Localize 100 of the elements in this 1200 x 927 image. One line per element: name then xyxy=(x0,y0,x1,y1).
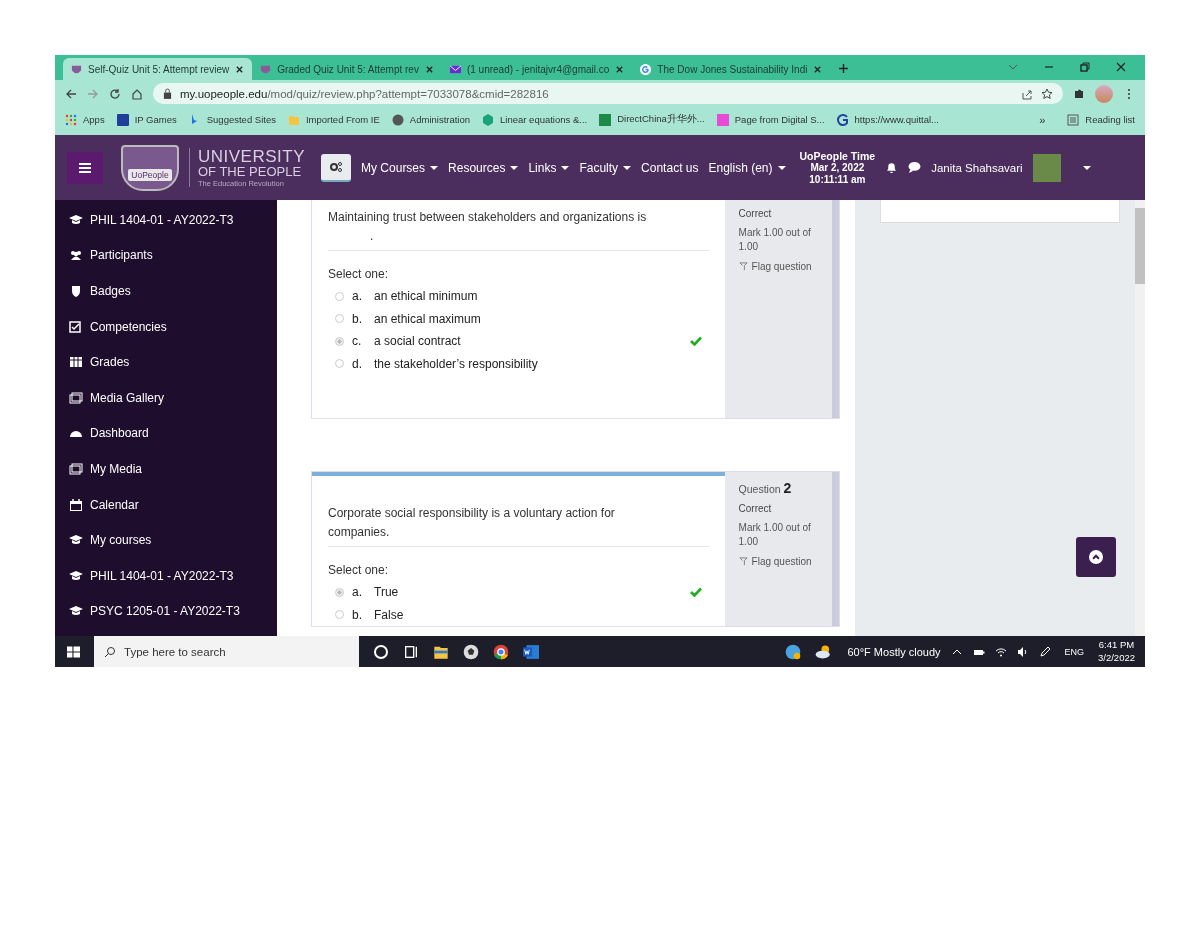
menu-icon xyxy=(79,162,91,173)
star-icon[interactable] xyxy=(1041,87,1053,100)
sidebar-item[interactable]: Badges xyxy=(55,273,277,309)
restore-icon[interactable] xyxy=(1079,61,1091,73)
browser-tab[interactable]: The Dow Jones Sustainability Indi xyxy=(632,58,831,80)
more-bookmarks-button[interactable]: » xyxy=(1039,113,1046,126)
radio-button[interactable] xyxy=(335,587,344,597)
bookmark-link[interactable]: Apps xyxy=(65,113,105,126)
chat-bubble-icon[interactable] xyxy=(908,161,922,174)
taskbar-search-field[interactable]: Type here to search xyxy=(94,636,359,667)
menu-button[interactable] xyxy=(67,151,103,184)
nav-menu-item[interactable]: Links xyxy=(528,160,570,175)
scrollbar-thumb[interactable] xyxy=(1135,208,1145,284)
word-logo-icon[interactable] xyxy=(523,643,539,660)
speaker-icon[interactable] xyxy=(1016,645,1029,658)
user-name[interactable]: Janita Shahsavari xyxy=(931,161,1023,174)
user-avatar[interactable] xyxy=(1032,153,1061,182)
crest-icon xyxy=(260,63,272,75)
radio-button[interactable] xyxy=(335,336,344,346)
settings-button[interactable] xyxy=(321,153,352,182)
users-icon xyxy=(69,249,83,262)
home-icon[interactable] xyxy=(131,87,143,100)
time-label: UoPeople Time xyxy=(799,149,876,163)
chevron-up-icon xyxy=(1089,550,1103,564)
option-letter: a. xyxy=(352,585,363,600)
sidebar-item[interactable]: PHIL 1404-01 - AY2022-T3 xyxy=(55,202,277,238)
pen-icon[interactable] xyxy=(1038,645,1051,658)
close-icon[interactable] xyxy=(1115,61,1127,73)
envelope-icon xyxy=(449,63,461,75)
chrome-logo-icon[interactable] xyxy=(493,643,509,660)
back-arrow-icon[interactable] xyxy=(65,87,77,100)
wifi-icon[interactable] xyxy=(994,645,1007,658)
nav-menu-item[interactable]: My Courses xyxy=(361,160,439,175)
puzzle-piece-icon[interactable] xyxy=(1073,87,1085,100)
nav-menu-item[interactable]: Resources xyxy=(448,160,519,175)
option-text: a social contract xyxy=(374,334,461,349)
radio-button[interactable] xyxy=(335,610,344,620)
reading-list-button[interactable]: Reading list xyxy=(1067,113,1135,126)
close-icon[interactable] xyxy=(813,64,823,74)
bookmark-link[interactable]: Linear equations &... xyxy=(482,113,588,126)
sidebar-item[interactable]: Grades xyxy=(55,344,277,380)
caret-icon[interactable] xyxy=(1082,165,1091,170)
sidebar-item[interactable]: Competencies xyxy=(55,308,277,345)
radio-button[interactable] xyxy=(335,359,344,369)
lock-icon xyxy=(163,88,172,99)
table-icon xyxy=(69,356,83,369)
close-icon[interactable] xyxy=(424,64,434,74)
grid-icon xyxy=(65,113,77,126)
sidebar-item[interactable]: My courses xyxy=(55,522,277,558)
sidebar-item[interactable]: Media Gallery xyxy=(55,379,277,416)
option-letter: c. xyxy=(352,334,363,349)
reload-icon[interactable] xyxy=(109,87,121,100)
close-icon[interactable] xyxy=(235,64,245,74)
soccer-ball-icon[interactable] xyxy=(463,643,479,660)
gears-icon xyxy=(329,160,344,173)
checkbox-icon xyxy=(69,320,83,333)
weather-text[interactable]: 60°F Mostly cloudy xyxy=(847,645,941,658)
bookmark-link[interactable]: Suggested Sites xyxy=(188,113,276,126)
browser-tab[interactable]: Self-Quiz Unit 5: Attempt review xyxy=(63,58,253,80)
option-letter: b. xyxy=(352,607,363,622)
browser-tab[interactable]: Graded Quiz Unit 5: Attempt rev xyxy=(252,58,442,80)
share-icon[interactable] xyxy=(1021,87,1033,100)
circle-icon[interactable] xyxy=(373,643,389,660)
bookmark-link[interactable]: Administration xyxy=(391,113,471,126)
graduation-cap-icon xyxy=(69,569,83,582)
sidebar-item[interactable]: PSYC 1205-01 - AY2022-T3 xyxy=(55,593,277,630)
radio-button[interactable] xyxy=(335,291,344,301)
bookmark-link[interactable]: IP Games xyxy=(116,113,177,126)
flag-question-link[interactable]: Flag question xyxy=(738,261,821,272)
option-text: False xyxy=(374,607,404,622)
nav-menu-item[interactable]: Contact us xyxy=(641,160,699,175)
bookmark-link[interactable]: DirectChina升华外... xyxy=(599,113,705,126)
square-logo-icon xyxy=(599,113,612,126)
new-tab-icon[interactable] xyxy=(838,63,850,74)
sidebar-item[interactable]: Dashboard xyxy=(55,415,277,452)
option-text: an ethical maximum xyxy=(374,311,481,326)
back-to-top-button[interactable] xyxy=(1076,537,1116,577)
nav-menu-item[interactable]: Faculty xyxy=(579,160,632,175)
sidebar-item[interactable]: Calendar xyxy=(55,486,277,523)
address-field[interactable]: my.uopeople.edu/mod/quiz/review.php?attempt=7033078&cmid=282816 xyxy=(153,83,1063,104)
flag-question-link[interactable]: Flag question xyxy=(738,556,821,567)
browser-tab[interactable]: (1 unread) - jenitajvr4@gmail.co xyxy=(441,58,633,80)
sidebar-item[interactable]: PHIL 1404-01 - AY2022-T3 xyxy=(55,557,277,594)
bookmark-link[interactable]: Imported From IE xyxy=(287,113,380,126)
language-indicator[interactable]: ENG xyxy=(1064,646,1084,657)
bookmark-link[interactable]: Page from Digital S... xyxy=(716,113,825,126)
clock-time[interactable]: 6:41 PM xyxy=(1098,639,1135,652)
clock-date[interactable]: 3/2/2022 xyxy=(1098,651,1135,664)
graduation-cap-icon xyxy=(69,213,83,226)
nav-menu-item[interactable]: English (en) xyxy=(708,160,786,175)
sidebar-item[interactable]: My Media xyxy=(55,451,277,487)
bookmark-link[interactable]: https://www.quittal... xyxy=(836,113,939,126)
logo-title: UNIVERSITY xyxy=(198,147,306,165)
search-icon xyxy=(104,645,116,658)
question-number: Question 2 xyxy=(738,480,793,496)
bell-icon[interactable] xyxy=(885,161,899,174)
radio-button[interactable] xyxy=(335,314,344,324)
task-view-icon[interactable] xyxy=(403,643,419,660)
close-icon[interactable] xyxy=(615,64,625,74)
sidebar-item[interactable]: Participants xyxy=(55,237,277,274)
